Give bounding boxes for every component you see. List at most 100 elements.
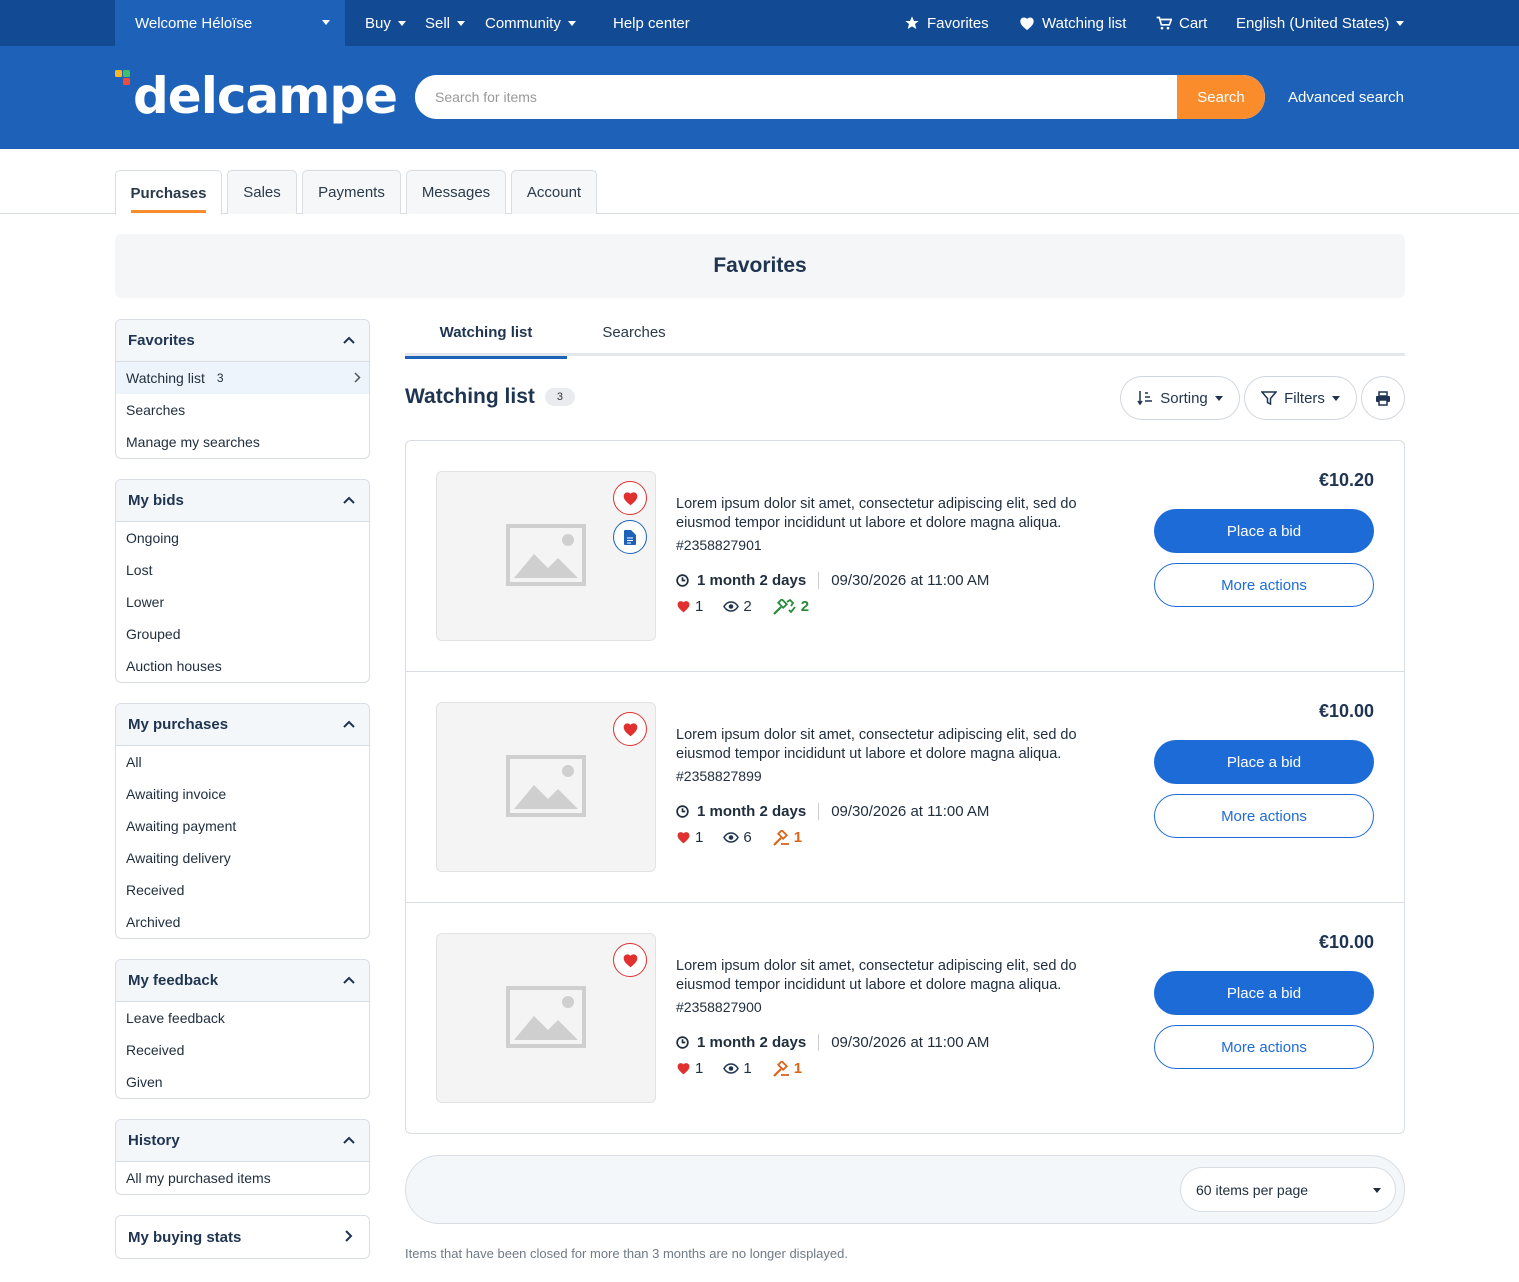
community-menu[interactable]: Community (485, 0, 576, 46)
filters-label: Filters (1284, 389, 1325, 407)
sidebar-item-lost[interactable]: Lost (116, 554, 369, 586)
sidebar-item-grouped[interactable]: Grouped (116, 618, 369, 650)
views-stat: 6 (723, 829, 752, 846)
sidebar-section-header[interactable]: My purchases (116, 704, 369, 746)
unwatch-button[interactable] (613, 943, 647, 977)
tab-payments[interactable]: Payments (302, 170, 401, 214)
item-thumbnail[interactable] (436, 471, 656, 641)
sidebar-item-ongoing[interactable]: Ongoing (116, 522, 369, 554)
more-actions-button[interactable]: More actions (1154, 1025, 1374, 1069)
sidebar-item-awaiting-invoice[interactable]: Awaiting invoice (116, 778, 369, 810)
unwatch-button[interactable] (613, 712, 647, 746)
community-label: Community (485, 14, 561, 32)
sidebar-item-feedback-given[interactable]: Given (116, 1066, 369, 1098)
sidebar-item-label: Ongoing (126, 530, 179, 546)
watching-list-link[interactable]: Watching list (1019, 0, 1126, 46)
chevron-down-icon (1214, 395, 1223, 401)
note-button[interactable] (613, 520, 647, 554)
sidebar-item-purchased-items[interactable]: All my purchased items (116, 1162, 369, 1194)
tab-purchases[interactable]: Purchases (115, 170, 222, 215)
sidebar-item-archived[interactable]: Archived (116, 906, 369, 938)
likes-stat: 1 (676, 829, 703, 846)
place-bid-button[interactable]: Place a bid (1154, 971, 1374, 1015)
item-description[interactable]: Lorem ipsum dolor sit amet, consectetur … (676, 726, 1116, 764)
logo-text: delcampe (133, 67, 398, 125)
sidebar-item-label: Manage my searches (126, 434, 260, 450)
items-per-page-select[interactable]: 60 items per page (1180, 1167, 1396, 1212)
sort-icon (1137, 391, 1153, 406)
advanced-search-link[interactable]: Advanced search (1288, 89, 1404, 106)
item-thumbnail[interactable] (436, 933, 656, 1103)
print-button[interactable] (1361, 376, 1405, 420)
search-input[interactable] (415, 75, 1175, 119)
sidebar-item-label: Received (126, 1042, 185, 1058)
heart-icon (1020, 17, 1034, 30)
sidebar-section-header[interactable]: My feedback (116, 960, 369, 1002)
search-bar: Search (415, 75, 1265, 119)
sidebar-item-received[interactable]: Received (116, 874, 369, 906)
tab-searches[interactable]: Searches (567, 308, 701, 356)
bids-stat: 2 (772, 598, 809, 615)
buy-menu[interactable]: Buy (365, 0, 406, 46)
sidebar-section-header[interactable]: Favorites (116, 320, 369, 362)
sidebar-history: History All my purchased items (115, 1119, 370, 1195)
sidebar-item-lower[interactable]: Lower (116, 586, 369, 618)
closed-items-note: Items that have been closed for more tha… (405, 1246, 848, 1261)
sidebar-item-awaiting-payment[interactable]: Awaiting payment (116, 810, 369, 842)
sidebar-item-leave-feedback[interactable]: Leave feedback (116, 1002, 369, 1034)
top-bar: Welcome Héloïse Buy Sell Community Help … (0, 0, 1519, 46)
sidebar-item-watching-list[interactable]: Watching list 3 (116, 362, 369, 394)
watching-label: Watching list (1042, 14, 1127, 32)
sell-label: Sell (425, 14, 451, 32)
tab-sales[interactable]: Sales (227, 170, 297, 214)
logo[interactable]: delcampe (115, 66, 398, 126)
more-actions-button[interactable]: More actions (1154, 563, 1374, 607)
help-label: Help center (613, 14, 690, 32)
sidebar-item-label: Lost (126, 562, 153, 578)
sidebar-my-purchases: My purchases All Awaiting invoice Awaiti… (115, 703, 370, 939)
item-thumbnail[interactable] (436, 702, 656, 872)
sell-menu[interactable]: Sell (425, 0, 466, 46)
sidebar-item-label: All my purchased items (126, 1170, 271, 1186)
language-selector[interactable]: English (United States) (1236, 0, 1405, 46)
chevron-up-icon (343, 1136, 355, 1144)
sidebar-buying-stats[interactable]: My buying stats (115, 1215, 370, 1259)
logo-mark-icon (115, 70, 130, 85)
clock-icon (676, 1036, 689, 1049)
sidebar-section-header[interactable]: My bids (116, 480, 369, 522)
item-description[interactable]: Lorem ipsum dolor sit amet, consectetur … (676, 495, 1116, 533)
item-description[interactable]: Lorem ipsum dolor sit amet, consectetur … (676, 957, 1116, 995)
place-bid-button[interactable]: Place a bid (1154, 509, 1374, 553)
filters-button[interactable]: Filters (1244, 376, 1357, 420)
chevron-right-icon (345, 1230, 353, 1242)
item-price: €10.20 (1318, 470, 1374, 490)
more-actions-button[interactable]: More actions (1154, 794, 1374, 838)
place-bid-button[interactable]: Place a bid (1154, 740, 1374, 784)
chevron-down-icon (322, 20, 330, 25)
heart-icon (677, 601, 690, 613)
filter-icon (1261, 391, 1278, 406)
sidebar-item-manage-searches[interactable]: Manage my searches (116, 426, 369, 458)
tab-messages[interactable]: Messages (406, 170, 506, 214)
sidebar-item-feedback-received[interactable]: Received (116, 1034, 369, 1066)
cart-link[interactable]: Cart (1156, 0, 1207, 46)
favorites-link[interactable]: Favorites (904, 0, 989, 46)
search-button[interactable]: Search (1177, 75, 1265, 119)
clock-icon (676, 805, 689, 818)
sidebar-item-label: Lower (126, 594, 165, 610)
sidebar-item-awaiting-delivery[interactable]: Awaiting delivery (116, 842, 369, 874)
sidebar-item-all[interactable]: All (116, 746, 369, 778)
unwatch-button[interactable] (613, 481, 647, 515)
chevron-down-icon (1373, 1188, 1381, 1193)
sidebar-section-header[interactable]: My buying stats (116, 1216, 369, 1258)
heart-icon (677, 832, 690, 844)
sidebar-item-searches[interactable]: Searches (116, 394, 369, 426)
sidebar-section-header[interactable]: History (116, 1120, 369, 1162)
help-center-link[interactable]: Help center (613, 0, 690, 46)
tab-watching-list[interactable]: Watching list (405, 308, 567, 359)
sorting-button[interactable]: Sorting (1120, 376, 1240, 420)
welcome-menu[interactable]: Welcome Héloïse (115, 0, 345, 46)
tab-account[interactable]: Account (511, 170, 597, 214)
sidebar-item-auction-houses[interactable]: Auction houses (116, 650, 369, 682)
bids-count: 1 (793, 1060, 803, 1077)
